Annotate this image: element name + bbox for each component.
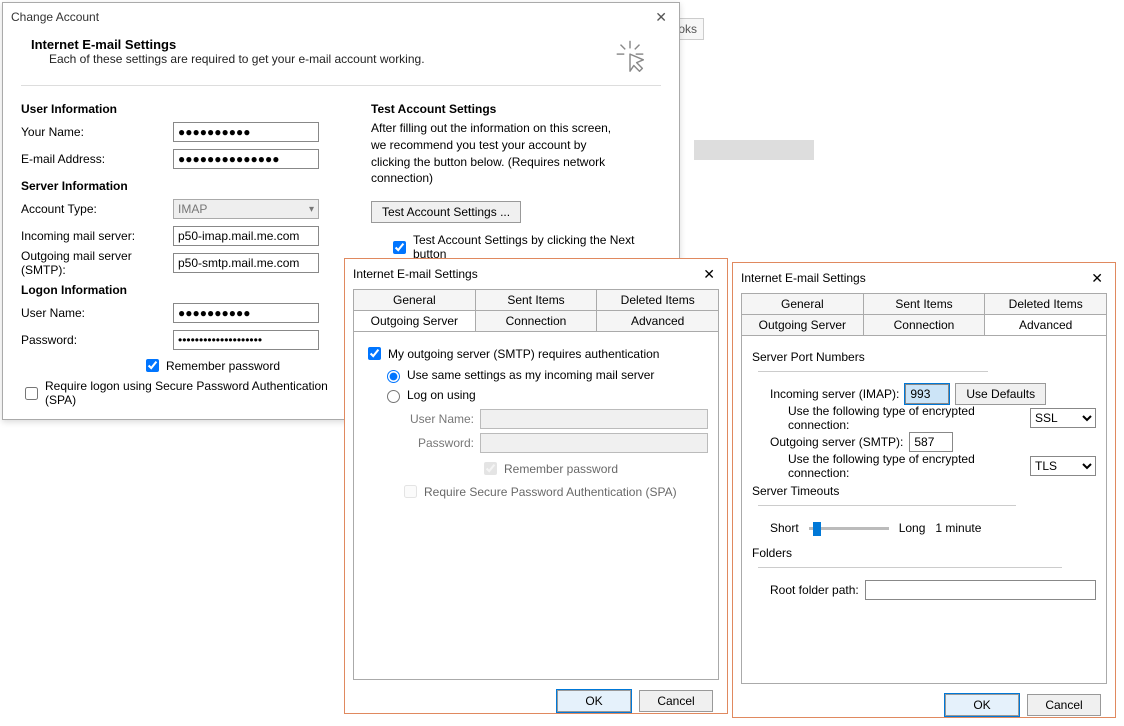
advanced-settings-dialog: Internet E-mail Settings ✕ General Sent …	[732, 262, 1116, 718]
spa-checkbox[interactable]	[25, 387, 38, 400]
incoming-server-input[interactable]	[173, 226, 319, 246]
tab-connection[interactable]: Connection	[475, 310, 598, 331]
username-label: User Name:	[21, 306, 173, 320]
timeout-long-label: Long	[899, 521, 926, 535]
test-description: After filling out the information on thi…	[371, 120, 621, 187]
tab-outgoing-server[interactable]: Outgoing Server	[741, 314, 864, 335]
outgoing-port-label: Outgoing server (SMTP):	[770, 435, 903, 449]
incoming-encryption-label: Use the following type of encrypted conn…	[788, 404, 1018, 432]
logon-password-input	[480, 433, 708, 453]
test-heading: Test Account Settings	[371, 102, 661, 116]
test-settings-button[interactable]: Test Account Settings ...	[371, 201, 521, 223]
bg-partial-bar	[694, 140, 814, 160]
tab-outgoing-server[interactable]: Outgoing Server	[353, 310, 476, 331]
your-name-input[interactable]	[173, 122, 319, 142]
test-on-next-checkbox[interactable]	[393, 241, 406, 254]
logon-spa-checkbox	[404, 485, 417, 498]
test-on-next-label: Test Account Settings by clicking the Ne…	[413, 233, 661, 261]
email-label: E-mail Address:	[21, 152, 173, 166]
tab-advanced[interactable]: Advanced	[984, 314, 1107, 335]
password-input[interactable]	[173, 330, 319, 350]
use-defaults-button[interactable]: Use Defaults	[955, 383, 1046, 405]
outgoing-server-dialog: Internet E-mail Settings ✕ General Sent …	[344, 258, 728, 714]
outgoing-encryption-label: Use the following type of encrypted conn…	[788, 452, 1018, 480]
timeout-value: 1 minute	[935, 521, 981, 535]
dialog-title: Internet E-mail Settings	[353, 267, 478, 281]
incoming-encryption-select[interactable]: SSL	[1030, 408, 1096, 428]
remember-password-label: Remember password	[166, 359, 280, 373]
tab-general[interactable]: General	[741, 293, 864, 314]
dialog-title: Change Account	[11, 10, 99, 24]
user-info-heading: User Information	[21, 102, 341, 116]
cancel-button[interactable]: Cancel	[1027, 694, 1101, 716]
close-icon[interactable]: ✕	[1087, 270, 1107, 287]
smtp-auth-checkbox[interactable]	[368, 347, 381, 360]
email-input[interactable]	[173, 149, 319, 169]
incoming-label: Incoming mail server:	[21, 229, 173, 243]
tab-general[interactable]: General	[353, 289, 476, 310]
ok-button[interactable]: OK	[557, 690, 631, 712]
logon-spa-label: Require Secure Password Authentication (…	[424, 485, 677, 499]
ok-button[interactable]: OK	[945, 694, 1019, 716]
smtp-auth-label: My outgoing server (SMTP) requires authe…	[388, 347, 659, 361]
use-same-settings-label: Use same settings as my incoming mail se…	[407, 368, 654, 382]
timeouts-heading: Server Timeouts	[752, 484, 839, 498]
spa-label: Require logon using Secure Password Auth…	[45, 379, 341, 407]
header-subtitle: Each of these settings are required to g…	[49, 52, 425, 66]
chevron-down-icon: ▾	[309, 204, 314, 215]
use-same-settings-radio[interactable]	[387, 370, 400, 383]
timeout-short-label: Short	[770, 521, 799, 535]
tab-advanced[interactable]: Advanced	[596, 310, 719, 331]
account-type-label: Account Type:	[21, 202, 173, 216]
root-folder-label: Root folder path:	[770, 583, 859, 597]
timeout-slider[interactable]	[809, 527, 889, 530]
close-icon[interactable]: ✕	[699, 266, 719, 283]
logon-password-label: Password:	[400, 436, 474, 450]
logon-username-label: User Name:	[400, 412, 474, 426]
outgoing-label: Outgoing mail server (SMTP):	[21, 249, 173, 277]
logon-username-input	[480, 409, 708, 429]
tab-sent-items[interactable]: Sent Items	[863, 293, 986, 314]
folders-heading: Folders	[752, 546, 792, 560]
outgoing-port-input[interactable]	[909, 432, 953, 452]
cursor-burst-icon	[611, 37, 649, 75]
your-name-label: Your Name:	[21, 125, 173, 139]
server-info-heading: Server Information	[21, 179, 341, 193]
outgoing-encryption-select[interactable]: TLS	[1030, 456, 1096, 476]
incoming-port-label: Incoming server (IMAP):	[770, 387, 899, 401]
dialog-title: Internet E-mail Settings	[741, 271, 866, 285]
close-icon[interactable]: ✕	[651, 9, 671, 26]
username-input[interactable]	[173, 303, 319, 323]
incoming-port-input[interactable]	[905, 384, 949, 404]
header-title: Internet E-mail Settings	[31, 37, 425, 52]
tab-deleted-items[interactable]: Deleted Items	[596, 289, 719, 310]
remember-password-checkbox[interactable]	[146, 359, 159, 372]
password-label: Password:	[21, 333, 173, 347]
divider	[21, 85, 661, 86]
log-on-using-radio[interactable]	[387, 390, 400, 403]
tab-connection[interactable]: Connection	[863, 314, 986, 335]
port-numbers-heading: Server Port Numbers	[752, 350, 865, 364]
logon-remember-label: Remember password	[504, 462, 618, 476]
tab-deleted-items[interactable]: Deleted Items	[984, 293, 1107, 314]
log-on-using-label: Log on using	[407, 388, 476, 402]
logon-info-heading: Logon Information	[21, 283, 341, 297]
account-type-value: IMAP	[178, 202, 207, 216]
logon-remember-checkbox	[484, 462, 497, 475]
tab-sent-items[interactable]: Sent Items	[475, 289, 598, 310]
outgoing-server-input[interactable]	[173, 253, 319, 273]
account-type-select: IMAP ▾	[173, 199, 319, 219]
cancel-button[interactable]: Cancel	[639, 690, 713, 712]
root-folder-input[interactable]	[865, 580, 1096, 600]
